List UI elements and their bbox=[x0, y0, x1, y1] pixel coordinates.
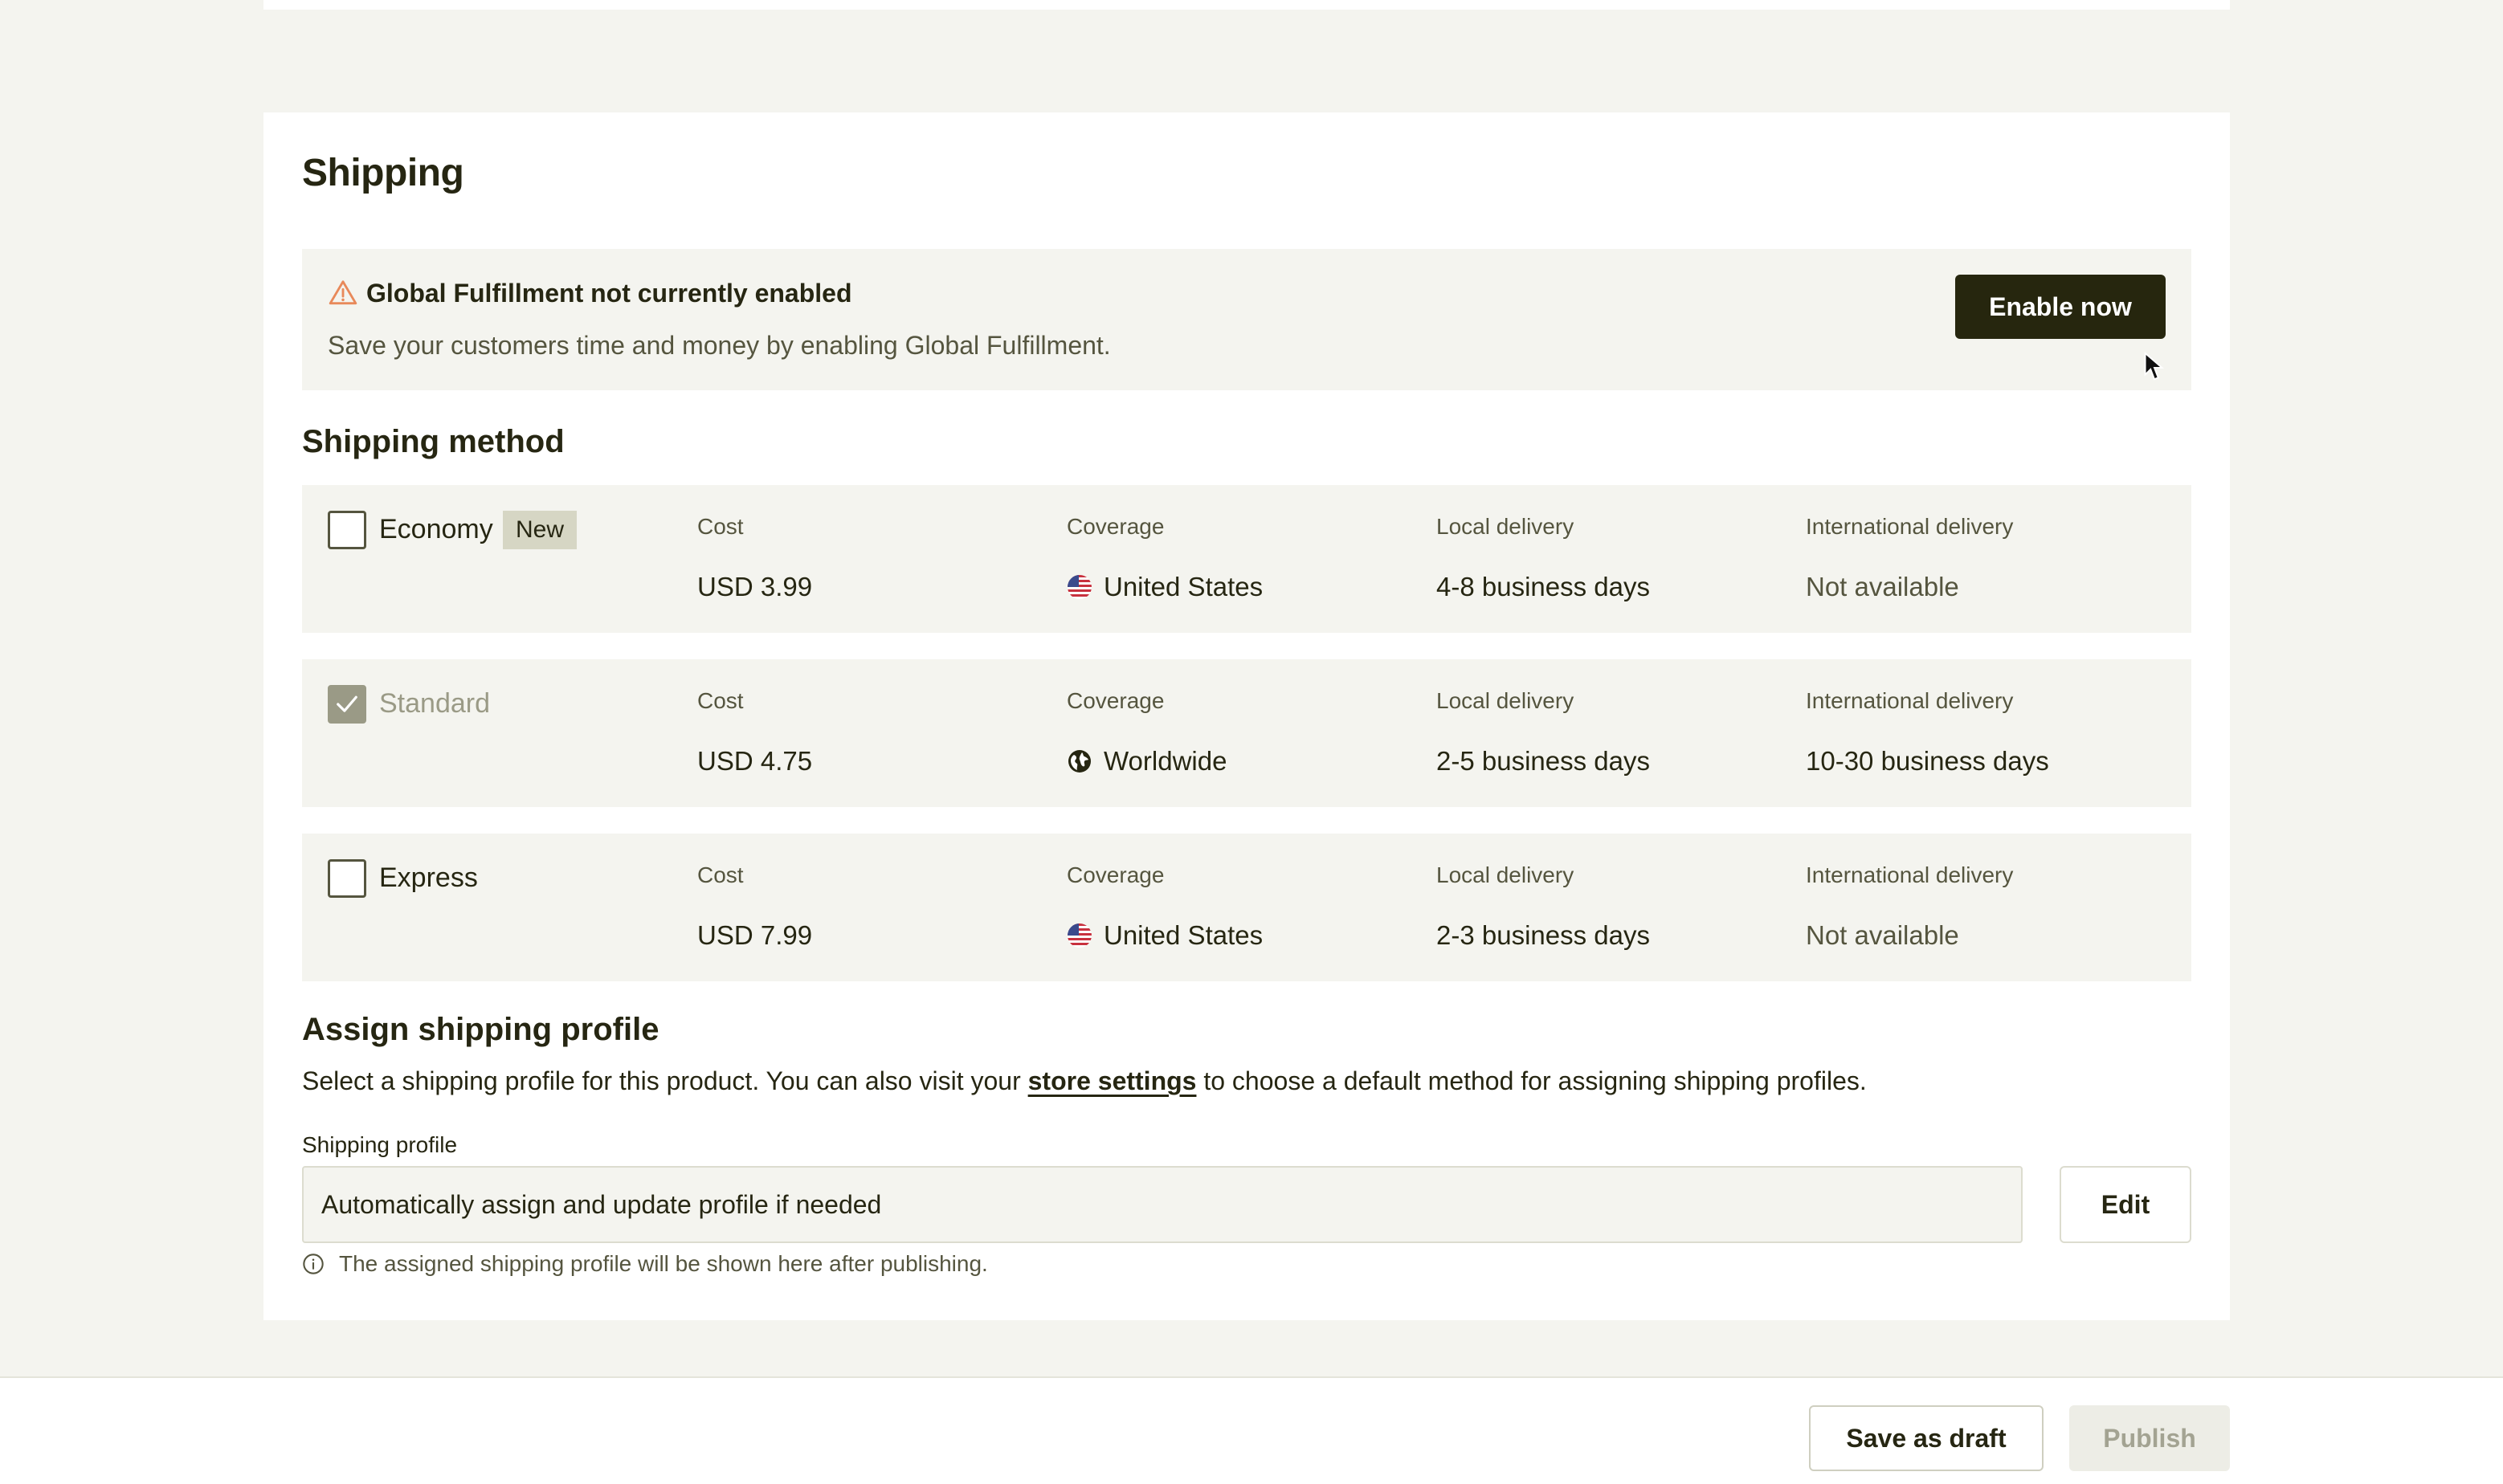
cost-label: Cost bbox=[697, 862, 744, 887]
cost-label: Cost bbox=[697, 514, 744, 539]
banner-title: Global Fulfillment not currently enabled bbox=[366, 278, 852, 308]
profile-description: Select a shipping profile for this produ… bbox=[302, 1066, 1867, 1096]
cost-value: USD 7.99 bbox=[697, 920, 813, 950]
help-text: The assigned shipping profile will be sh… bbox=[339, 1251, 988, 1276]
shipping-card: Shipping Global Fulfillment not currentl… bbox=[263, 112, 2230, 1320]
new-badge: New bbox=[503, 511, 578, 549]
international-delivery-value: Not available bbox=[1806, 572, 1959, 601]
previous-section-card bbox=[263, 0, 2230, 10]
cost-value: USD 3.99 bbox=[697, 572, 813, 601]
profile-desc-text-end: to choose a default method for assigning… bbox=[1196, 1066, 1867, 1095]
international-delivery-label: International delivery bbox=[1806, 688, 2014, 713]
profile-help: The assigned shipping profile will be sh… bbox=[302, 1251, 988, 1277]
warning-triangle-icon bbox=[329, 280, 357, 305]
us-flag-icon bbox=[1068, 575, 1092, 599]
cost-label: Cost bbox=[697, 688, 744, 713]
publish-button[interactable]: Publish bbox=[2069, 1405, 2230, 1471]
shipping-method-heading: Shipping method bbox=[302, 424, 565, 459]
coverage-text: United States bbox=[1104, 572, 1264, 601]
coverage-label: Coverage bbox=[1067, 862, 1165, 887]
economy-checkbox[interactable] bbox=[328, 511, 366, 549]
profile-desc-text: Select a shipping profile for this produ… bbox=[302, 1066, 1028, 1095]
shipping-method-economy: Economy New Cost Coverage Local delivery… bbox=[302, 485, 2191, 633]
cost-value: USD 4.75 bbox=[697, 746, 813, 776]
coverage-text: United States bbox=[1104, 920, 1264, 950]
local-delivery-label: Local delivery bbox=[1436, 862, 1574, 887]
shipping-method-express: Express Cost Coverage Local delivery Int… bbox=[302, 834, 2191, 981]
method-name: Economy bbox=[379, 514, 493, 544]
info-icon bbox=[303, 1254, 324, 1274]
section-title: Shipping bbox=[302, 152, 464, 194]
local-delivery-value: 2-5 business days bbox=[1436, 746, 1650, 776]
assign-profile-heading: Assign shipping profile bbox=[302, 1012, 659, 1047]
coverage-label: Coverage bbox=[1067, 688, 1165, 713]
local-delivery-value: 2-3 business days bbox=[1436, 920, 1650, 950]
us-flag-icon bbox=[1068, 923, 1092, 948]
store-settings-link[interactable]: store settings bbox=[1028, 1066, 1197, 1095]
globe-icon bbox=[1068, 750, 1091, 773]
coverage-label: Coverage bbox=[1067, 514, 1165, 539]
method-name: Standard bbox=[379, 688, 490, 719]
banner-description: Save your customers time and money by en… bbox=[328, 331, 1111, 360]
coverage-value: United States bbox=[1067, 572, 1263, 602]
global-fulfillment-banner: Global Fulfillment not currently enabled… bbox=[302, 249, 2191, 390]
save-as-draft-button[interactable]: Save as draft bbox=[1809, 1405, 2044, 1471]
edit-profile-button[interactable]: Edit bbox=[2060, 1166, 2191, 1243]
shipping-method-standard: Standard Cost Coverage Local delivery In… bbox=[302, 659, 2191, 807]
international-delivery-value: 10-30 business days bbox=[1806, 746, 2049, 776]
local-delivery-label: Local delivery bbox=[1436, 688, 1574, 713]
coverage-text: Worldwide bbox=[1104, 746, 1227, 776]
international-delivery-label: International delivery bbox=[1806, 862, 2014, 887]
method-name: Express bbox=[379, 862, 478, 893]
enable-now-button[interactable]: Enable now bbox=[1955, 275, 2166, 339]
banner-title-row: Global Fulfillment not currently enabled bbox=[328, 278, 852, 308]
local-delivery-value: 4-8 business days bbox=[1436, 572, 1650, 601]
international-delivery-value: Not available bbox=[1806, 920, 1959, 950]
local-delivery-label: Local delivery bbox=[1436, 514, 1574, 539]
coverage-value: United States bbox=[1067, 920, 1263, 951]
coverage-value: Worldwide bbox=[1067, 746, 1227, 777]
standard-checkbox[interactable] bbox=[328, 685, 366, 724]
shipping-profile-label: Shipping profile bbox=[302, 1132, 458, 1157]
international-delivery-label: International delivery bbox=[1806, 514, 2014, 539]
checkmark-icon bbox=[337, 695, 357, 712]
footer-action-bar: Save as draft Publish bbox=[0, 1376, 2503, 1484]
express-checkbox[interactable] bbox=[328, 859, 366, 898]
mouse-cursor-icon bbox=[2144, 352, 2165, 381]
shipping-profile-field[interactable] bbox=[302, 1166, 2023, 1243]
